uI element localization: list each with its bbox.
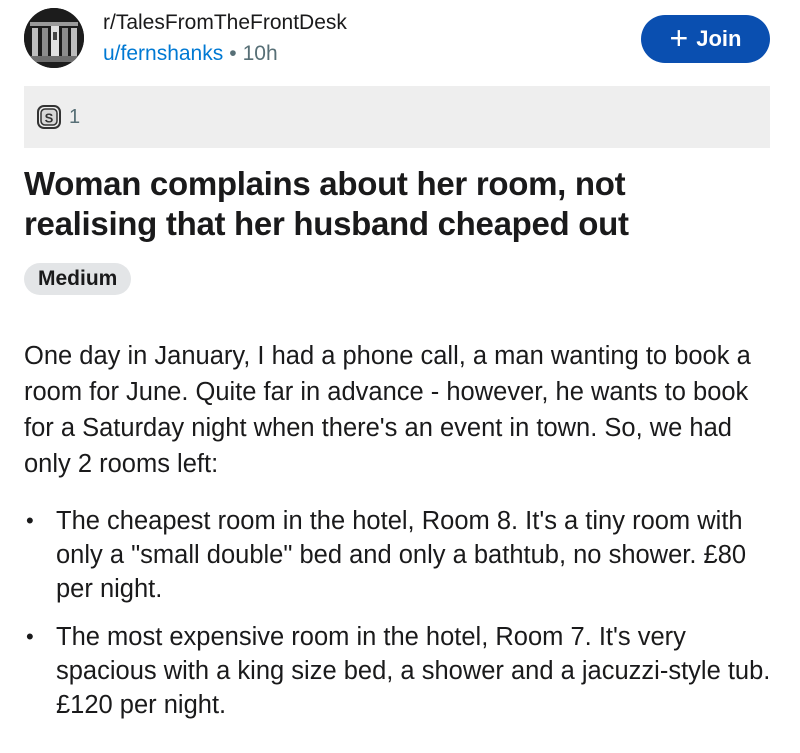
bullet-marker: • <box>26 624 34 649</box>
join-button[interactable]: + Join <box>641 15 770 63</box>
author-username[interactable]: u/fernshanks <box>103 42 223 65</box>
meta-separator: • <box>229 42 237 65</box>
award-icon: S <box>37 105 61 129</box>
award-bar[interactable]: S 1 <box>24 86 770 148</box>
list-item: • The cheapest room in the hotel, Room 8… <box>24 504 784 606</box>
post-meta: r/TalesFromTheFrontDesk u/fernshanks • 10h <box>103 10 347 68</box>
hotel-building-icon <box>24 8 84 68</box>
reddit-post-page: r/TalesFromTheFrontDesk u/fernshanks • 10h… <box>0 0 800 753</box>
post-body-list: • The cheapest room in the hotel, Room 8… <box>24 504 784 736</box>
list-item-text: The cheapest room in the hotel, Room 8. … <box>56 507 747 603</box>
subreddit-name[interactable]: r/TalesFromTheFrontDesk <box>103 10 347 36</box>
join-label: Join <box>696 26 742 51</box>
plus-icon: + <box>669 19 689 56</box>
award-count: 1 <box>69 105 81 128</box>
post-header: r/TalesFromTheFrontDesk u/fernshanks • 10h… <box>24 8 776 74</box>
list-item-text: The most expensive room in the hotel, Ro… <box>56 623 771 719</box>
post-title[interactable]: Woman complains about her room, not real… <box>24 164 764 244</box>
author-line: u/fernshanks • 10h <box>103 40 347 68</box>
post-time: 10h <box>242 42 278 65</box>
list-item: • The most expensive room in the hotel, … <box>24 620 784 722</box>
subreddit-avatar[interactable] <box>24 8 84 68</box>
svg-text:S: S <box>45 111 54 126</box>
post-body-paragraph: One day in January, I had a phone call, … <box>24 342 751 478</box>
post-flair[interactable]: Medium <box>24 263 132 295</box>
bullet-marker: • <box>26 508 34 533</box>
